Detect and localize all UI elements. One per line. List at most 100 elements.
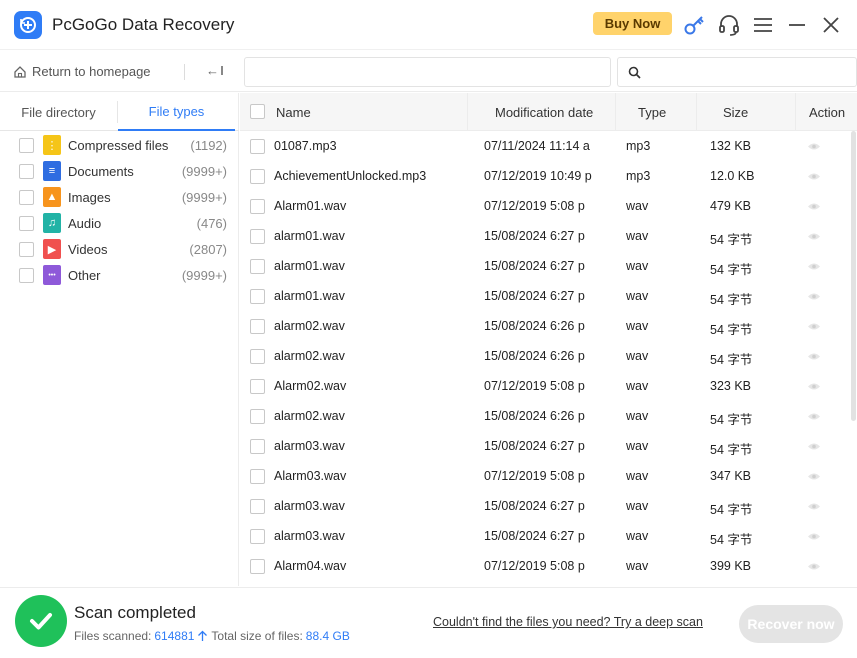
- row-checkbox[interactable]: [250, 259, 265, 274]
- preview-eye-icon[interactable]: [807, 412, 821, 421]
- file-name: alarm03.wav: [274, 439, 345, 453]
- file-size: 54 字节: [710, 263, 753, 277]
- row-checkbox[interactable]: [250, 529, 265, 544]
- file-size: 54 字节: [710, 233, 753, 247]
- column-divider: [696, 93, 697, 131]
- preview-eye-icon[interactable]: [807, 562, 821, 571]
- recover-now-button[interactable]: Recover now: [739, 605, 843, 643]
- arrow-up-icon: [198, 630, 208, 641]
- preview-eye-icon[interactable]: [807, 442, 821, 451]
- column-type[interactable]: Type: [638, 93, 666, 131]
- row-checkbox[interactable]: [250, 199, 265, 214]
- file-type: wav: [626, 319, 649, 333]
- column-action: Action: [809, 104, 846, 120]
- support-headset-icon[interactable]: [717, 13, 741, 37]
- table-row[interactable]: Alarm02.wav 07/12/2019 5:08 p wav 323 KB: [240, 371, 857, 401]
- row-checkbox[interactable]: [250, 319, 265, 334]
- file-type-checkbox[interactable]: [19, 138, 34, 153]
- row-checkbox[interactable]: [250, 469, 265, 484]
- back-button[interactable]: ←: [206, 63, 223, 78]
- buy-now-button[interactable]: Buy Now: [593, 12, 672, 35]
- preview-eye-icon[interactable]: [807, 502, 821, 511]
- home-icon: [14, 65, 26, 78]
- file-type-row-audio[interactable]: ♫ Audio (476): [0, 210, 239, 236]
- row-checkbox[interactable]: [250, 289, 265, 304]
- row-checkbox[interactable]: [250, 139, 265, 154]
- file-type-checkbox[interactable]: [19, 268, 34, 283]
- app-logo: [14, 11, 42, 39]
- path-field[interactable]: [244, 57, 611, 87]
- file-name: alarm02.wav: [274, 349, 345, 363]
- table-row[interactable]: alarm01.wav 15/08/2024 6:27 p wav 54 字节: [240, 281, 857, 311]
- table-scrollbar[interactable]: [851, 131, 856, 421]
- column-modification-date[interactable]: Modification date: [495, 93, 593, 131]
- table-row[interactable]: alarm03.wav 15/08/2024 6:27 p wav 54 字节: [240, 491, 857, 521]
- tab-file-types[interactable]: File types: [118, 93, 235, 131]
- preview-eye-icon[interactable]: [807, 352, 821, 361]
- file-type-label: Images: [68, 190, 111, 205]
- recovery-logo-icon: [20, 17, 36, 33]
- file-type: mp3: [626, 139, 651, 153]
- file-size: 12.0 KB: [710, 169, 755, 183]
- preview-eye-icon[interactable]: [807, 472, 821, 481]
- table-row[interactable]: Alarm03.wav 07/12/2019 5:08 p wav 347 KB: [240, 461, 857, 491]
- file-name: AchievementUnlocked.mp3: [274, 169, 427, 183]
- table-row[interactable]: alarm01.wav 15/08/2024 6:27 p wav 54 字节: [240, 221, 857, 251]
- table-row[interactable]: alarm03.wav 15/08/2024 6:27 p wav 54 字节: [240, 521, 857, 551]
- row-checkbox[interactable]: [250, 349, 265, 364]
- row-checkbox[interactable]: [250, 379, 265, 394]
- file-date: 15/08/2024 6:27 p: [484, 499, 585, 513]
- preview-eye-icon[interactable]: [807, 232, 821, 241]
- preview-eye-icon[interactable]: [807, 142, 821, 151]
- preview-eye-icon[interactable]: [807, 202, 821, 211]
- row-checkbox[interactable]: [250, 409, 265, 424]
- file-type-checkbox[interactable]: [19, 164, 34, 179]
- file-type-row-documents[interactable]: ≡ Documents (9999+): [0, 158, 239, 184]
- menu-icon[interactable]: [751, 13, 775, 37]
- row-checkbox[interactable]: [250, 229, 265, 244]
- file-type-checkbox[interactable]: [19, 242, 34, 257]
- row-checkbox[interactable]: [250, 169, 265, 184]
- preview-eye-icon[interactable]: [807, 382, 821, 391]
- table-row[interactable]: Alarm04.wav 07/12/2019 5:08 p wav 399 KB: [240, 551, 857, 581]
- select-all-checkbox[interactable]: [250, 104, 265, 119]
- table-row[interactable]: alarm03.wav 15/08/2024 6:27 p wav 54 字节: [240, 431, 857, 461]
- table-row[interactable]: AchievementUnlocked.mp3 07/12/2019 10:49 …: [240, 161, 857, 191]
- table-row[interactable]: 01087.mp3 07/11/2024 11:14 a mp3 132 KB: [240, 131, 857, 161]
- file-type: wav: [626, 469, 649, 483]
- return-home-button[interactable]: Return to homepage: [13, 64, 151, 79]
- preview-eye-icon[interactable]: [807, 292, 821, 301]
- preview-eye-icon[interactable]: [807, 172, 821, 181]
- row-checkbox[interactable]: [250, 439, 265, 454]
- row-checkbox[interactable]: [250, 559, 265, 574]
- file-type-row-other[interactable]: ••• Other (9999+): [0, 262, 239, 288]
- tab-file-directory[interactable]: File directory: [0, 93, 117, 131]
- files-scanned-label: Files scanned:: [74, 629, 152, 643]
- column-name[interactable]: Name: [276, 93, 311, 131]
- table-row[interactable]: Alarm01.wav 07/12/2019 5:08 p wav 479 KB: [240, 191, 857, 221]
- navigation-toolbar: Return to homepage ←: [0, 52, 857, 92]
- close-icon[interactable]: [819, 13, 843, 37]
- preview-eye-icon[interactable]: [807, 532, 821, 541]
- file-type-checkbox[interactable]: [19, 190, 34, 205]
- preview-eye-icon[interactable]: [807, 322, 821, 331]
- back-arrow-icon: ←: [206, 63, 219, 78]
- file-size: 54 字节: [710, 323, 753, 337]
- deep-scan-link[interactable]: Couldn't find the files you need? Try a …: [433, 615, 703, 629]
- minimize-icon[interactable]: [785, 13, 809, 37]
- back-truncated-glyph: [221, 66, 223, 75]
- table-row[interactable]: alarm02.wav 15/08/2024 6:26 p wav 54 字节: [240, 401, 857, 431]
- column-size[interactable]: Size: [723, 93, 748, 131]
- total-size-value: 88.4 GB: [305, 629, 350, 643]
- preview-eye-icon[interactable]: [807, 262, 821, 271]
- file-type-row-compressed-files[interactable]: ⋮ Compressed files (1192): [0, 132, 239, 158]
- file-type-row-images[interactable]: ▲ Images (9999+): [0, 184, 239, 210]
- table-row[interactable]: alarm02.wav 15/08/2024 6:26 p wav 54 字节: [240, 311, 857, 341]
- key-icon[interactable]: [682, 13, 706, 37]
- file-type-checkbox[interactable]: [19, 216, 34, 231]
- row-checkbox[interactable]: [250, 499, 265, 514]
- search-input[interactable]: [617, 57, 857, 87]
- table-row[interactable]: alarm02.wav 15/08/2024 6:26 p wav 54 字节: [240, 341, 857, 371]
- table-row[interactable]: alarm01.wav 15/08/2024 6:27 p wav 54 字节: [240, 251, 857, 281]
- file-type-row-videos[interactable]: ▶ Videos (2807): [0, 236, 239, 262]
